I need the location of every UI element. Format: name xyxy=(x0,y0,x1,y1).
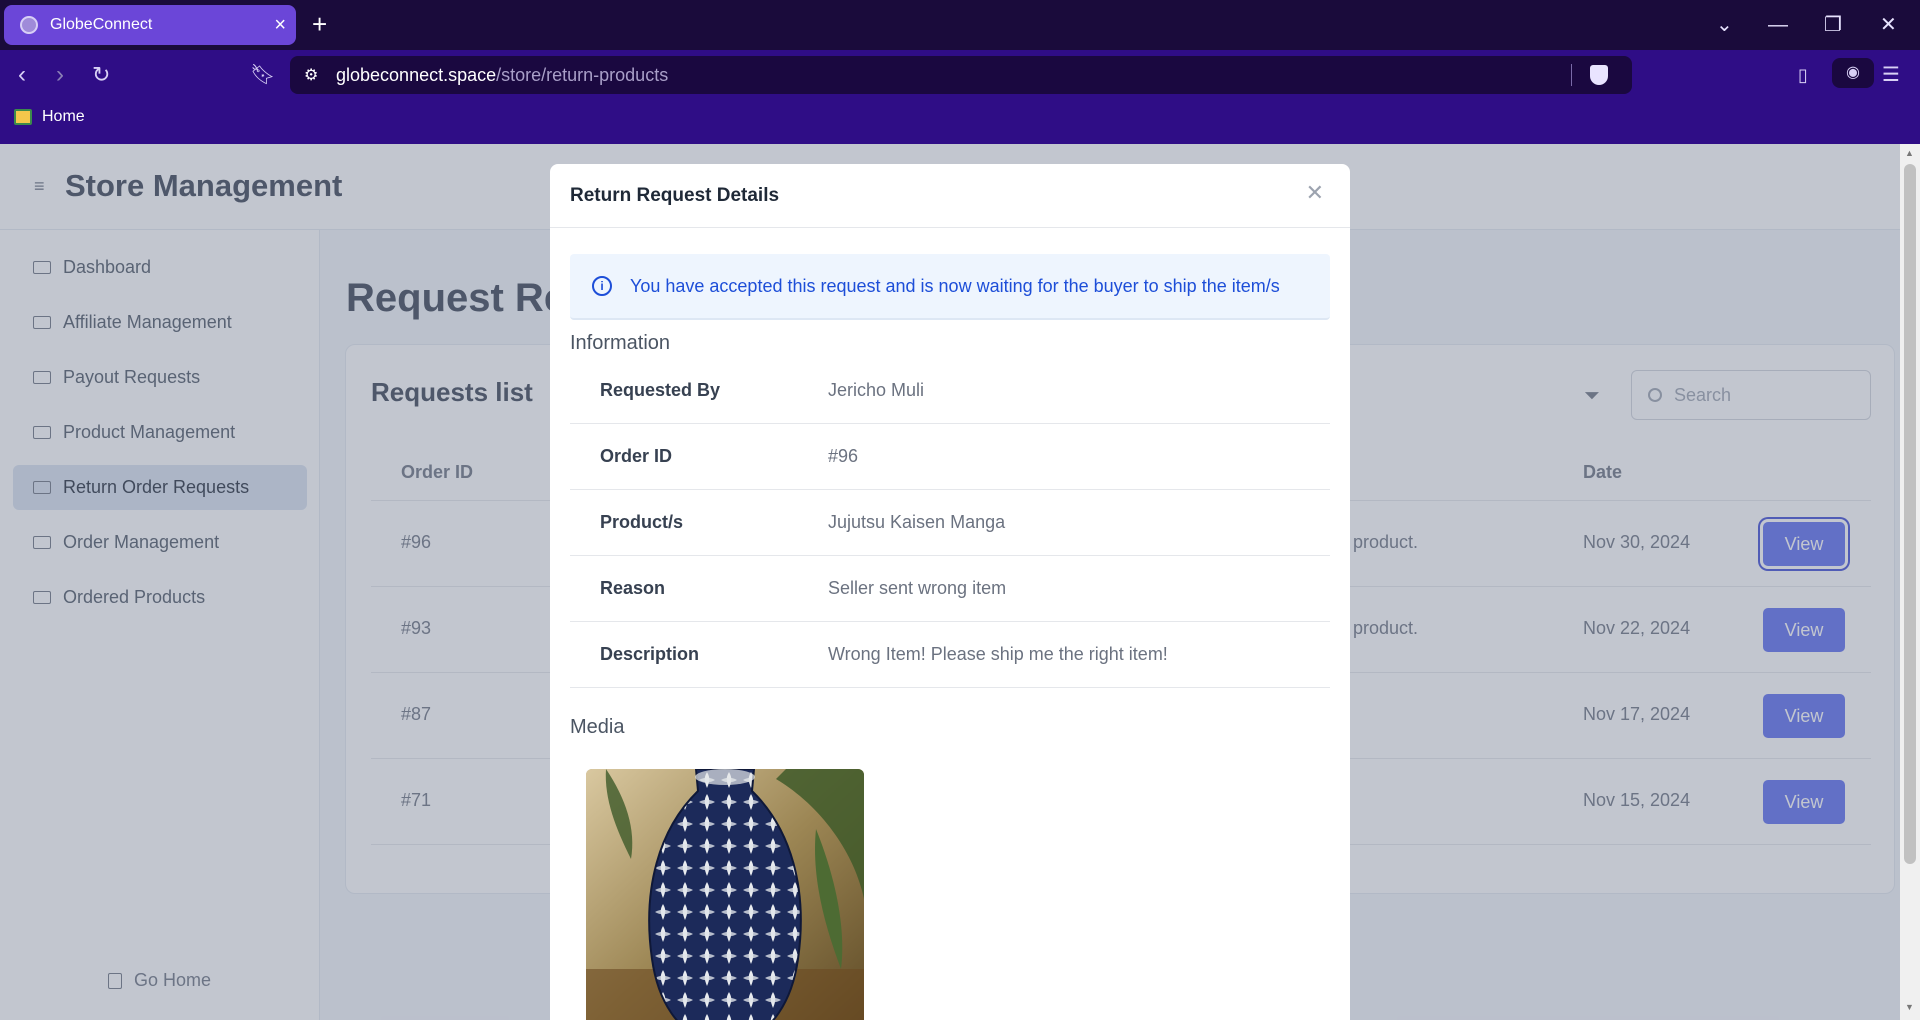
scroll-up-icon[interactable]: ▲ xyxy=(1905,148,1914,158)
menu-icon[interactable]: ☰ xyxy=(1882,62,1900,88)
info-label: Reason xyxy=(600,578,666,598)
site-settings-icon[interactable]: ⚙︎ xyxy=(304,65,318,85)
tab-list-chevron-icon[interactable]: ⌄ xyxy=(1716,10,1733,40)
back-icon[interactable]: ‹ xyxy=(18,62,26,88)
page-scrollbar[interactable]: ▲ ▼ xyxy=(1900,144,1920,1020)
info-label: Order ID xyxy=(600,446,673,466)
browser-toolbar: ‹ › ↻ 🔖︎ ⚙︎ globeconnect.space/store/ret… xyxy=(0,50,1920,150)
info-value: Seller sent wrong item xyxy=(828,578,1007,598)
info-row-products: Product/s Jujutsu Kaisen Manga xyxy=(570,490,1330,556)
url-path: /store/return-products xyxy=(496,64,669,85)
divider xyxy=(1571,64,1572,86)
bookmark-label: Home xyxy=(42,108,85,125)
info-label: Requested By xyxy=(600,380,721,400)
address-bar[interactable]: ⚙︎ globeconnect.space/store/return-produ… xyxy=(290,56,1632,94)
modal-header: Return Request Details ✕ xyxy=(550,164,1350,228)
new-tab-icon[interactable]: + xyxy=(312,9,327,39)
media-heading: Media xyxy=(570,716,625,738)
status-alert: i You have accepted this request and is … xyxy=(570,254,1330,320)
browser-tab-strip: GlobeConnect × + ⌄ — ❐ ✕ xyxy=(0,0,1920,50)
bookmark-folder-icon xyxy=(14,109,32,125)
info-value: Wrong Item! Please ship me the right ite… xyxy=(828,644,1168,664)
info-icon: i xyxy=(592,276,612,296)
bookmark-home[interactable]: Home xyxy=(14,108,85,126)
forward-icon[interactable]: › xyxy=(56,62,64,88)
info-row-requested-by: Requested By Jericho Muli xyxy=(570,358,1330,424)
info-value: Jujutsu Kaisen Manga xyxy=(828,512,1006,532)
information-heading: Information xyxy=(570,332,671,354)
globe-icon xyxy=(20,16,38,34)
info-label: Description xyxy=(600,644,700,664)
tab-close-icon[interactable]: × xyxy=(274,13,286,37)
restore-icon[interactable]: ❐ xyxy=(1824,10,1842,40)
alert-text: You have accepted this request and is no… xyxy=(630,275,1280,296)
return-request-modal: Return Request Details ✕ i You have acce… xyxy=(550,164,1350,1020)
sidebar-toggle-icon[interactable]: ▯ xyxy=(1798,62,1808,88)
info-row-description: Description Wrong Item! Please ship me t… xyxy=(570,622,1330,688)
url-domain: globeconnect.space xyxy=(336,64,497,85)
browser-tab[interactable]: GlobeConnect × xyxy=(4,5,296,45)
info-label: Product/s xyxy=(600,512,684,532)
scroll-down-icon[interactable]: ▼ xyxy=(1905,1002,1914,1012)
reload-icon[interactable]: ↻ xyxy=(92,62,110,88)
tab-title: GlobeConnect xyxy=(50,16,153,33)
minimize-icon[interactable]: — xyxy=(1768,10,1788,40)
scrollbar-thumb[interactable] xyxy=(1904,164,1916,864)
wallet-icon[interactable]: ◉ xyxy=(1832,58,1874,88)
brave-shield-icon[interactable] xyxy=(1590,65,1608,85)
info-row-order-id: Order ID #96 xyxy=(570,424,1330,490)
close-icon[interactable]: ✕ xyxy=(1306,180,1324,206)
info-row-reason: Reason Seller sent wrong item xyxy=(570,556,1330,622)
modal-title: Return Request Details xyxy=(570,185,780,206)
window-close-icon[interactable]: ✕ xyxy=(1880,10,1897,40)
info-value: #96 xyxy=(828,446,859,466)
media-thumbnail-image[interactable] xyxy=(586,769,864,1020)
vase-photo-image xyxy=(586,769,864,1020)
bookmark-page-icon[interactable]: 🔖︎ xyxy=(250,62,275,88)
info-value: Jericho Muli xyxy=(828,380,925,400)
